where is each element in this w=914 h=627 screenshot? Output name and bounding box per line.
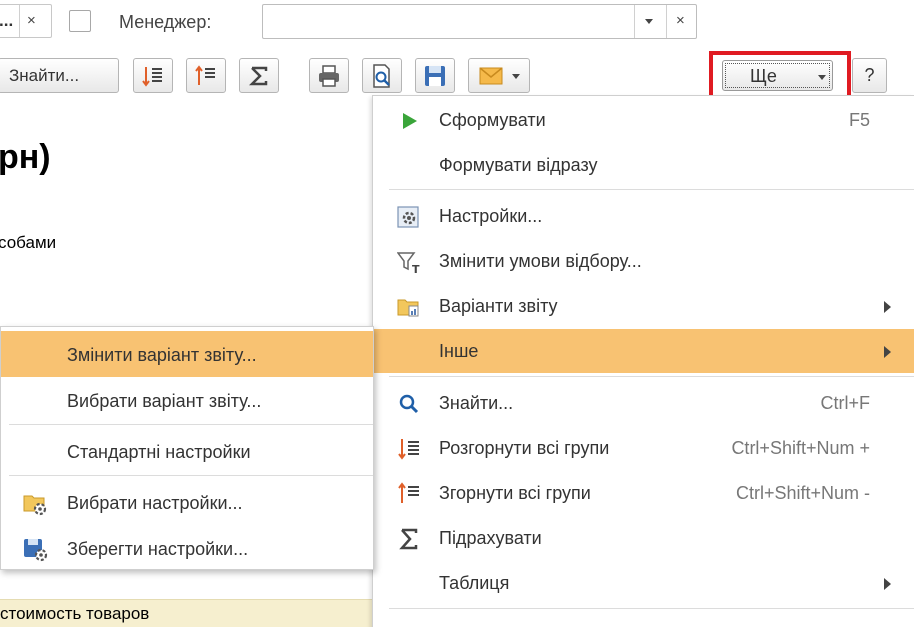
submenu-item-label: Вибрати варіант звіту...	[67, 391, 262, 411]
sigma-icon	[248, 66, 268, 85]
field-divider	[666, 5, 667, 38]
save-settings-icon	[24, 539, 48, 562]
menu-divider	[389, 376, 914, 377]
menu-item-shortcut: Ctrl+F	[820, 393, 871, 413]
floppy-disk-icon	[425, 65, 445, 86]
menu-divider	[9, 475, 373, 476]
submenu-item-save-settings[interactable]: Зберегти настройки...	[1, 525, 373, 571]
menu-item-label: Підрахувати	[439, 528, 542, 548]
expand-groups-icon	[142, 66, 162, 87]
menu-divider	[9, 424, 373, 425]
report-table-row: стоимость товаров	[0, 599, 372, 627]
menu-item-label: Розгорнути всі групи	[439, 438, 610, 458]
menu-item-label: Настройки...	[439, 206, 543, 226]
menu-item-expand-all-groups[interactable]: Розгорнути всі групи Ctrl+Shift+Num +	[373, 426, 914, 470]
submenu-item-standard-settings[interactable]: Стандартні настройки	[1, 428, 373, 474]
send-email-button[interactable]	[468, 58, 530, 93]
menu-item-change-filter[interactable]: T Змінити умови відбору...	[373, 239, 914, 283]
filter-icon: T	[397, 252, 420, 274]
menu-item-label: Варіанти звіту	[439, 296, 558, 316]
submenu-item-label: Стандартні настройки	[67, 442, 251, 462]
menu-item-label: Таблиця	[439, 573, 510, 593]
print-preview-icon	[373, 63, 390, 88]
manager-label: Менеджер:	[119, 12, 212, 32]
sum-button[interactable]	[239, 58, 279, 93]
menu-divider	[389, 189, 914, 190]
print-button[interactable]	[309, 58, 349, 93]
menu-item-label: Сформувати	[439, 110, 546, 130]
svg-text:T: T	[412, 263, 420, 274]
menu-item-label: Згорнути всі групи	[439, 483, 591, 503]
menu-item-table[interactable]: Таблиця	[373, 561, 914, 605]
collapse-groups-icon	[195, 64, 215, 85]
chevron-down-icon	[512, 74, 520, 79]
save-button[interactable]	[415, 58, 455, 93]
printer-icon	[319, 64, 339, 87]
clear-icon[interactable]: ×	[676, 12, 685, 29]
previous-filter-field[interactable]: ... ×	[0, 4, 52, 38]
menu-item-label: Знайти...	[439, 393, 514, 413]
preview-button[interactable]	[362, 58, 402, 93]
submenu-arrow-icon	[884, 346, 891, 358]
sigma-icon	[399, 528, 418, 550]
submenu-item-label: Вибрати настройки...	[67, 493, 243, 513]
menu-item-other[interactable]: Інше	[373, 329, 914, 373]
menu-item-shortcut: Ctrl+Shift+Num +	[731, 438, 870, 458]
play-icon	[403, 113, 417, 129]
other-submenu: Змінити варіант звіту... Вибрати варіант…	[0, 326, 374, 570]
menu-item-label: Інше	[439, 341, 479, 361]
field-divider	[19, 5, 20, 37]
field-value-text: ...	[0, 11, 14, 30]
menu-divider	[389, 608, 914, 609]
report-subtitle: собами	[0, 233, 57, 252]
submenu-item-change-variant[interactable]: Змінити варіант звіту...	[1, 331, 373, 377]
collapse-groups-icon	[398, 482, 419, 503]
submenu-item-label: Змінити варіант звіту...	[67, 345, 257, 365]
submenu-item-label: Зберегти настройки...	[67, 539, 249, 559]
menu-item-find[interactable]: Знайти... Ctrl+F	[373, 381, 914, 425]
expand-groups-button[interactable]	[133, 58, 173, 93]
report-title: рн)	[0, 138, 51, 176]
dropdown-arrow-icon[interactable]	[645, 19, 653, 24]
menu-item-report-variants[interactable]: Варіанти звіту	[373, 284, 914, 328]
expand-groups-icon	[398, 439, 419, 460]
search-icon	[399, 394, 419, 414]
help-button[interactable]: ?	[852, 58, 887, 93]
menu-item-label: Змінити умови відбору...	[439, 251, 642, 271]
submenu-arrow-icon	[884, 578, 891, 590]
find-button[interactable]: Знайти...	[0, 58, 119, 93]
menu-item-calculate[interactable]: Підрахувати	[373, 516, 914, 560]
manager-field[interactable]: ×	[262, 4, 697, 39]
manager-checkbox[interactable]	[69, 10, 91, 32]
settings-icon	[397, 206, 419, 228]
more-menu: Сформувати F5 Формувати відразу Настройк…	[372, 95, 914, 627]
folder-settings-icon	[23, 495, 47, 516]
field-divider	[634, 5, 635, 38]
envelope-icon	[479, 66, 503, 84]
clear-icon[interactable]: ×	[27, 12, 36, 29]
folder-report-icon	[397, 299, 419, 317]
menu-item-label: Формувати відразу	[439, 155, 598, 175]
menu-item-generate[interactable]: Сформувати F5	[373, 98, 914, 142]
menu-item-settings[interactable]: Настройки...	[373, 194, 914, 238]
menu-item-shortcut: Ctrl+Shift+Num -	[735, 483, 870, 503]
menu-item-generate-immediately[interactable]: Формувати відразу	[373, 143, 914, 187]
menu-item-collapse-all-groups[interactable]: Згорнути всі групи Ctrl+Shift+Num -	[373, 471, 914, 515]
submenu-arrow-icon	[884, 301, 891, 313]
submenu-item-select-variant[interactable]: Вибрати варіант звіту...	[1, 377, 373, 423]
submenu-item-select-settings[interactable]: Вибрати настройки...	[1, 479, 373, 525]
collapse-groups-button[interactable]	[186, 58, 226, 93]
menu-item-shortcut: F5	[848, 110, 870, 130]
